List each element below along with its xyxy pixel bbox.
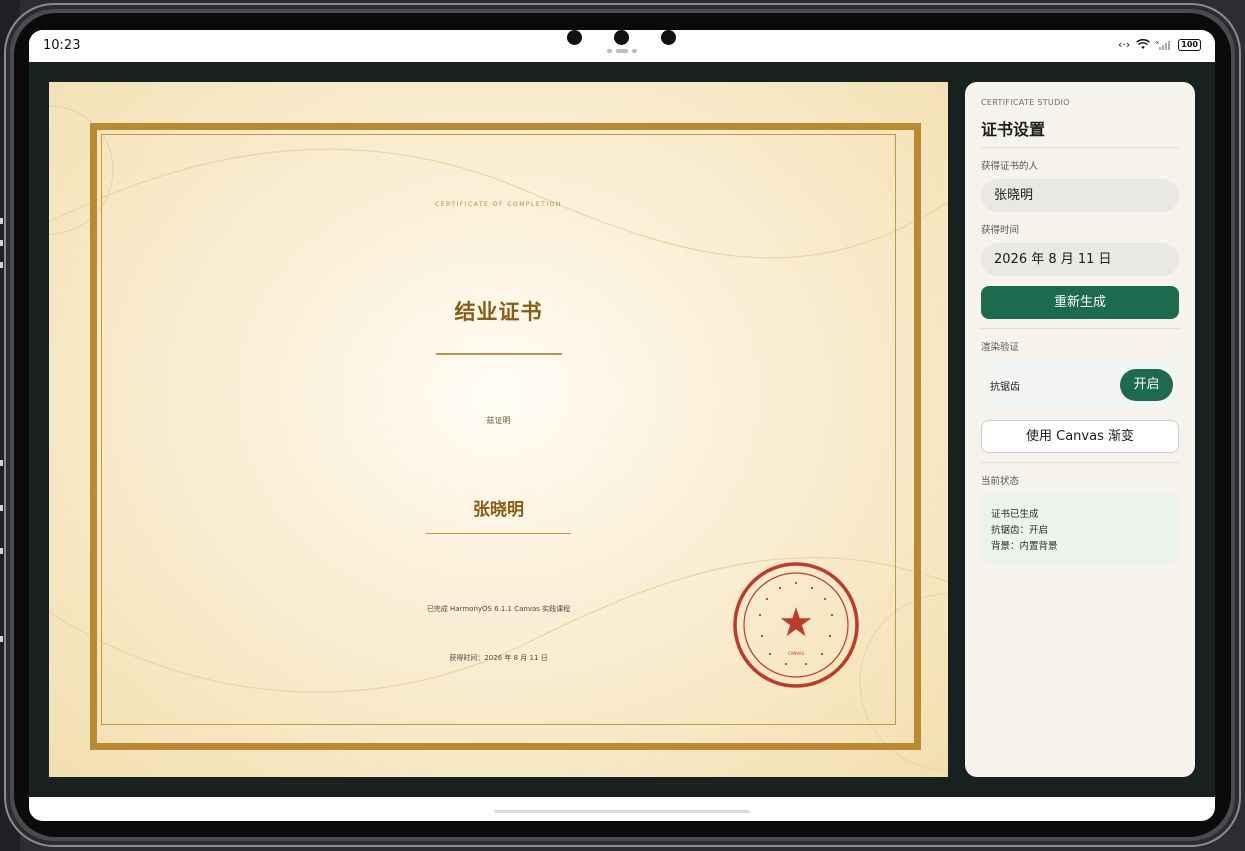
certificate-subtitle: CERTIFICATE OF COMPLETION <box>435 201 562 208</box>
status-bar: 10:23 ‹·› x 100 <box>29 30 1215 62</box>
nearby-share-icon: ‹·› <box>1118 38 1131 51</box>
camera-dot-icon <box>614 30 629 45</box>
signal-off-icon: x <box>1156 40 1171 50</box>
certificate-title: 结业证书 <box>454 300 543 324</box>
name-underline <box>426 533 571 534</box>
title-divider <box>436 353 562 355</box>
seal-star: ★ <box>778 600 814 646</box>
panel-eyebrow: CERTIFICATE STUDIO <box>981 98 1070 107</box>
battery-icon: 100 <box>1178 38 1201 51</box>
window-handle-icon[interactable] <box>607 49 637 53</box>
ide-gutter-mark <box>0 636 3 642</box>
camera-dot-icon <box>661 30 676 45</box>
status-line: 证书已生成 <box>991 509 1039 520</box>
divider <box>981 328 1179 329</box>
settings-panel: CERTIFICATE STUDIO 证书设置 获得证书的人 张晓明 获得时间 … <box>965 82 1195 777</box>
date-input[interactable]: 2026 年 8 月 11 日 <box>981 243 1179 276</box>
recipient-name: 张晓明 <box>473 500 524 520</box>
seal-caption: CANVAS <box>788 651 805 656</box>
date-label: 获得时间 <box>981 225 1020 236</box>
wifi-icon <box>1136 39 1151 49</box>
antialias-toggle-button[interactable]: 开启 <box>1120 369 1173 401</box>
recipient-input[interactable]: 张晓明 <box>981 179 1179 212</box>
ide-gutter-mark <box>0 460 3 466</box>
status-line: 抗锯齿：开启 <box>991 525 1049 536</box>
antialias-row: 抗锯齿 开启 <box>981 361 1179 409</box>
seal-stamp-icon: ★ CANVAS <box>733 562 859 688</box>
ide-gutter-mark <box>0 505 3 511</box>
divider <box>981 147 1179 148</box>
recipient-label: 获得证书的人 <box>981 161 1039 172</box>
certificate-canvas: CERTIFICATE OF COMPLETION 结业证书 兹证明 张晓明 已… <box>49 82 948 777</box>
divider <box>981 462 1179 463</box>
status-line: 背景：内置背景 <box>991 541 1058 552</box>
ide-gutter-mark <box>0 218 3 224</box>
status-section-label: 当前状态 <box>981 476 1020 487</box>
camera-dot-icon <box>567 30 582 45</box>
svg-text:x: x <box>1156 40 1159 46</box>
status-icons: ‹·› x 100 <box>1118 38 1201 51</box>
home-indicator[interactable] <box>494 810 750 813</box>
presented-text: 兹证明 <box>486 416 511 425</box>
status-box: 证书已生成 抗锯齿：开启 背景：内置背景 <box>981 493 1179 564</box>
antialias-label: 抗锯齿 <box>990 382 1020 393</box>
ide-gutter-mark <box>0 262 3 268</box>
regenerate-button[interactable]: 重新生成 <box>981 286 1179 319</box>
navigation-bar <box>29 797 1215 821</box>
canvas-gradient-button[interactable]: 使用 Canvas 渐变 <box>981 420 1179 453</box>
status-time: 10:23 <box>43 38 81 53</box>
ide-gutter-mark <box>0 548 3 554</box>
panel-title: 证书设置 <box>981 120 1046 139</box>
ide-gutter-mark <box>0 240 3 246</box>
app-area: CERTIFICATE OF COMPLETION 结业证书 兹证明 张晓明 已… <box>29 62 1215 797</box>
device-screen: 10:23 ‹·› x 100 CERTIFICATE OF COMPLETIO… <box>29 30 1215 821</box>
render-section-label: 渲染验证 <box>981 342 1020 353</box>
